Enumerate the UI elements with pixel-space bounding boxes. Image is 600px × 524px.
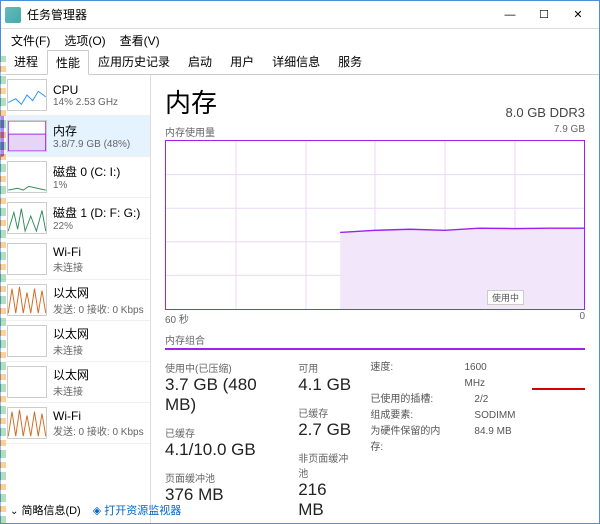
sidebar-item-sub: 22%	[53, 221, 140, 232]
minimize-button[interactable]: —	[493, 3, 527, 27]
tab-users[interactable]: 用户	[221, 49, 263, 74]
sidebar-item-eth0[interactable]: 以太网 发送: 0 接收: 0 Kbps	[1, 280, 150, 321]
tab-processes[interactable]: 进程	[5, 49, 47, 74]
stat-label: 已缓存	[165, 425, 280, 440]
sidebar-item-label: Wi-Fi	[53, 409, 144, 423]
composition-label: 内存组合	[165, 332, 205, 347]
detail-label: 速度:	[370, 360, 440, 392]
sidebar-item-label: 以太网	[53, 325, 89, 342]
menu-options[interactable]: 选项(O)	[60, 31, 109, 50]
titlebar: 任务管理器 — ☐ ✕	[1, 1, 599, 29]
sidebar-item-sub: 1%	[53, 180, 120, 191]
wifi-thumb-icon	[7, 243, 47, 275]
sidebar-item-label: 内存	[53, 122, 130, 139]
app-icon	[5, 7, 21, 23]
sidebar-item-memory[interactable]: 内存 3.8/7.9 GB (48%)	[1, 116, 150, 157]
stat-label: 页面缓冲池	[165, 470, 280, 485]
task-manager-window: 任务管理器 — ☐ ✕ 文件(F) 选项(O) 查看(V) 进程 性能 应用历史…	[0, 0, 600, 524]
stat-value: 4.1/10.0 GB	[165, 440, 280, 460]
sidebar-item-label: CPU	[53, 83, 118, 97]
tab-app-history[interactable]: 应用历史记录	[89, 49, 179, 74]
resmon-label: 打开资源监视器	[104, 502, 181, 518]
open-resource-monitor-link[interactable]: ◈打开资源监视器	[93, 502, 181, 518]
detail-value: 2/2	[474, 392, 488, 408]
stat-label: 非页面缓冲池	[298, 450, 352, 480]
wifi-thumb-icon	[7, 407, 47, 439]
sidebar-item-wifi0[interactable]: Wi-Fi 未连接	[1, 239, 150, 280]
detail-value: 84.9 MB	[474, 424, 511, 456]
detail-value: 1600 MHz	[465, 360, 505, 392]
sidebar-item-eth1[interactable]: 以太网 未连接	[1, 321, 150, 362]
x-axis-left: 60 秒	[165, 311, 189, 326]
detail-value: SODIMM	[474, 408, 515, 424]
sidebar-item-sub: 发送: 0 接收: 0 Kbps	[53, 301, 144, 316]
bottom-bar: ⌄ 简略信息(D) ◈打开资源监视器	[10, 502, 181, 518]
disk-thumb-icon	[7, 202, 47, 234]
stat-value: 4.1 GB	[298, 375, 352, 395]
sidebar-item-wifi1[interactable]: Wi-Fi 发送: 0 接收: 0 Kbps	[1, 403, 150, 444]
sidebar-item-label: 以太网	[53, 366, 89, 383]
stats-grid: 使用中(已压缩) 3.7 GB (480 MB) 已缓存 4.1/10.0 GB…	[165, 360, 585, 520]
fewer-details-button[interactable]: ⌄ 简略信息(D)	[10, 502, 81, 518]
stat-value: 3.7 GB (480 MB)	[165, 375, 280, 415]
sidebar-item-sub: 14% 2.53 GHz	[53, 97, 118, 108]
sidebar-item-label: 以太网	[53, 284, 144, 301]
sidebar: CPU 14% 2.53 GHz 内存 3.8/7.9 GB (48%)	[1, 75, 151, 523]
maximize-button[interactable]: ☐	[527, 3, 561, 27]
tab-startup[interactable]: 启动	[179, 49, 221, 74]
sidebar-item-disk0[interactable]: 磁盘 0 (C: I:) 1%	[1, 157, 150, 198]
tabbar: 进程 性能 应用历史记录 启动 用户 详细信息 服务	[1, 51, 599, 75]
detail-label: 为硬件保留的内存:	[370, 424, 450, 456]
left-edge-decor	[0, 56, 6, 524]
tab-performance[interactable]: 性能	[47, 50, 89, 75]
memory-usage-chart: 使用中	[165, 140, 585, 310]
stat-value: 2.7 GB	[298, 420, 352, 440]
memory-composition-bar	[165, 348, 585, 350]
sidebar-item-sub: 未连接	[53, 342, 89, 357]
details-column: 速度: 1600 MHz 已使用的插槽: 2/2 组成要素: SODIMM 为硬件保留…	[370, 360, 585, 520]
inuse-flag: 使用中	[487, 290, 524, 305]
stat-label: 可用	[298, 360, 352, 375]
menu-file[interactable]: 文件(F)	[7, 31, 54, 50]
window-title: 任务管理器	[27, 6, 493, 23]
disk-thumb-icon	[7, 161, 47, 193]
tab-details[interactable]: 详细信息	[263, 49, 329, 74]
sidebar-item-sub: 发送: 0 接收: 0 Kbps	[53, 423, 144, 438]
stat-value: 376 MB	[165, 485, 280, 505]
red-underline-icon	[532, 358, 585, 390]
content-area: CPU 14% 2.53 GHz 内存 3.8/7.9 GB (48%)	[1, 75, 599, 523]
menu-view[interactable]: 查看(V)	[116, 31, 164, 50]
fewer-details-label: 简略信息(D)	[21, 505, 80, 517]
sidebar-item-label: 磁盘 1 (D: F: G:)	[53, 204, 140, 221]
sidebar-item-sub: 未连接	[53, 259, 83, 274]
x-axis-right: 0	[579, 311, 585, 326]
resmon-icon: ◈	[93, 504, 101, 517]
stat-label: 已缓存	[298, 405, 352, 420]
stat-value: 216 MB	[298, 480, 352, 520]
page-title: 内存	[165, 83, 217, 120]
memory-spec: 8.0 GB DDR3	[506, 105, 585, 120]
ethernet-thumb-icon	[7, 284, 47, 316]
menubar: 文件(F) 选项(O) 查看(V)	[1, 29, 599, 51]
main-panel: 内存 8.0 GB DDR3 内存使用量 7.9 GB	[151, 75, 599, 523]
stat-label: 使用中(已压缩)	[165, 360, 280, 375]
close-button[interactable]: ✕	[561, 3, 595, 27]
memory-thumb-icon	[7, 120, 47, 152]
cpu-thumb-icon	[7, 79, 47, 111]
sidebar-item-sub: 未连接	[53, 383, 89, 398]
detail-label: 已使用的插槽:	[370, 392, 450, 408]
chart-label: 内存使用量	[165, 124, 215, 139]
ethernet-thumb-icon	[7, 366, 47, 398]
sidebar-item-disk1[interactable]: 磁盘 1 (D: F: G:) 22%	[1, 198, 150, 239]
detail-label: 组成要素:	[370, 408, 450, 424]
sidebar-item-label: 磁盘 0 (C: I:)	[53, 163, 120, 180]
chart-max: 7.9 GB	[554, 124, 585, 139]
sidebar-item-eth2[interactable]: 以太网 未连接	[1, 362, 150, 403]
tab-services[interactable]: 服务	[329, 49, 371, 74]
sidebar-item-cpu[interactable]: CPU 14% 2.53 GHz	[1, 75, 150, 116]
sidebar-item-label: Wi-Fi	[53, 245, 83, 259]
chevron-down-icon: ⌄	[10, 506, 18, 517]
sidebar-item-sub: 3.8/7.9 GB (48%)	[53, 139, 130, 150]
ethernet-thumb-icon	[7, 325, 47, 357]
